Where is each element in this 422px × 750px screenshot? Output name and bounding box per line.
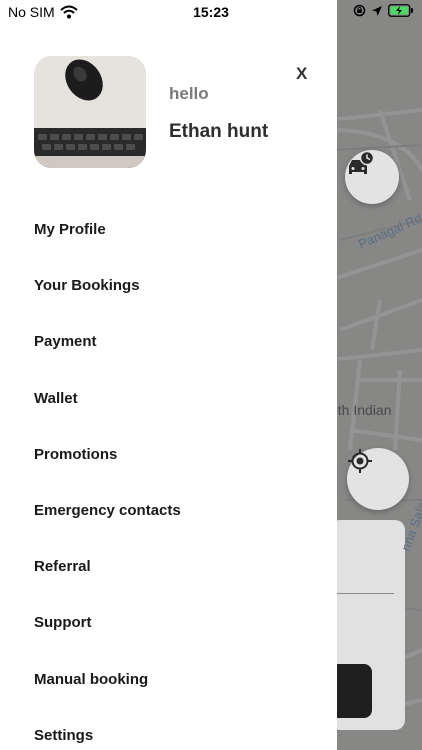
menu-item-support[interactable]: Support xyxy=(34,613,181,669)
menu-item-my-profile[interactable]: My Profile xyxy=(34,220,181,276)
avatar[interactable] xyxy=(34,56,146,168)
greeting-text: hello xyxy=(169,84,209,103)
map-area-label: uth Indian xyxy=(330,402,392,418)
menu-item-referral[interactable]: Referral xyxy=(34,557,181,613)
menu-item-promotions[interactable]: Promotions xyxy=(34,445,181,501)
crosshair-icon xyxy=(348,449,372,473)
menu-item-payment[interactable]: Payment xyxy=(34,332,181,388)
menu-item-manual-booking[interactable]: Manual booking xyxy=(34,670,181,726)
orientation-lock-icon xyxy=(353,4,366,17)
car-clock-icon xyxy=(349,150,375,174)
battery-charging-icon xyxy=(388,4,413,17)
drawer-menu: My Profile Your Bookings Payment Wallet … xyxy=(34,220,181,750)
navigation-drawer: hello Ethan hunt X My Profile Your Booki… xyxy=(0,0,337,750)
menu-item-settings[interactable]: Settings xyxy=(34,726,181,750)
status-icons xyxy=(353,4,414,17)
profile-photo xyxy=(34,56,146,168)
scheduled-ride-button[interactable] xyxy=(345,150,399,204)
user-name: Ethan hunt xyxy=(169,121,269,142)
location-arrow-icon xyxy=(372,5,382,16)
my-location-button[interactable] xyxy=(347,448,409,510)
close-drawer-button[interactable]: X xyxy=(296,64,307,84)
booking-card-divider xyxy=(330,593,394,594)
menu-item-your-bookings[interactable]: Your Bookings xyxy=(34,276,181,332)
status-bar: No SIM 15:23 xyxy=(0,0,422,24)
menu-item-emergency-contacts[interactable]: Emergency contacts xyxy=(34,501,181,557)
menu-item-wallet[interactable]: Wallet xyxy=(34,389,181,445)
